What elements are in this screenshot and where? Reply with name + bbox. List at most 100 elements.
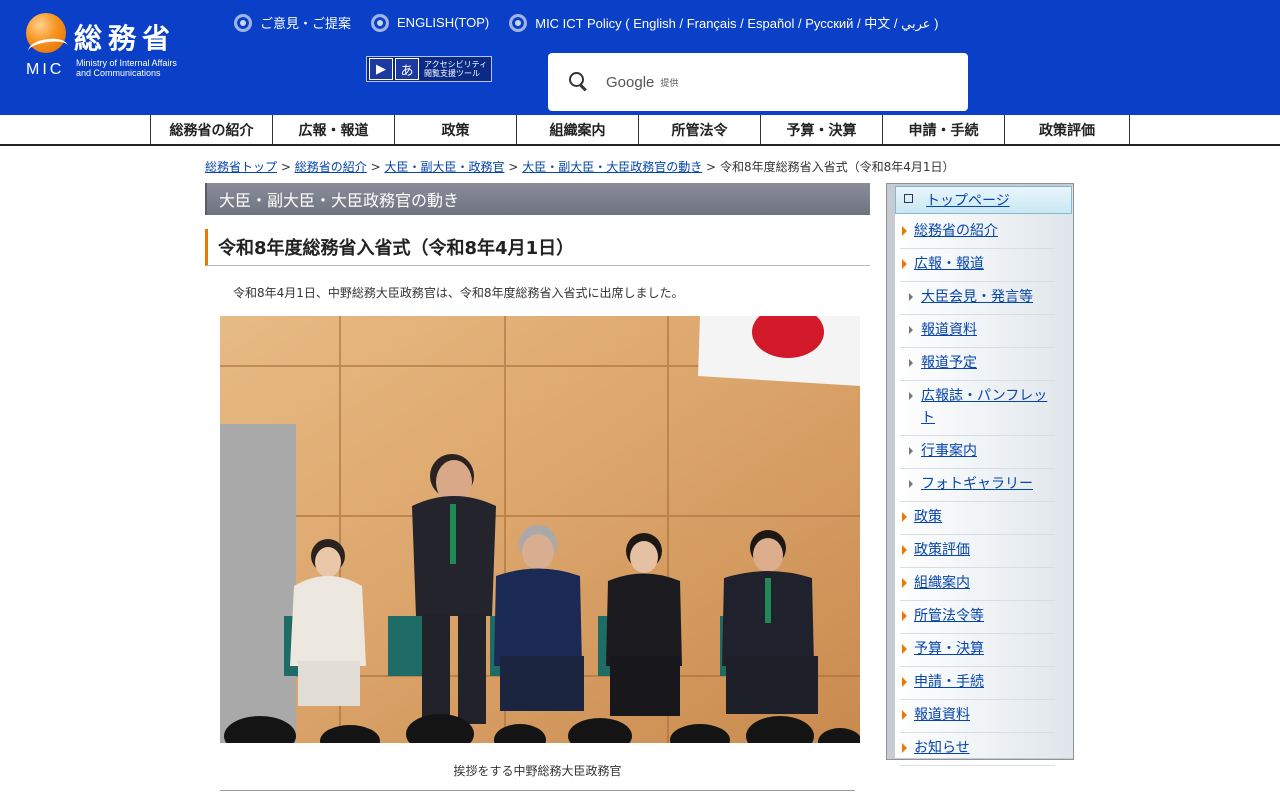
sidebar-item-label[interactable]: 総務省の紹介 [914,223,998,239]
nav-item-applications[interactable]: 申請・手続 [882,115,1004,144]
sidebar-item-label[interactable]: 組織案内 [914,575,970,591]
accessibility-tool-button[interactable]: ▶ あ アクセシビリティ 閲覧支援ツール [366,56,492,82]
content-divider [220,790,855,791]
breadcrumb-link-top[interactable]: 総務省トップ [205,160,277,174]
search-icon[interactable] [568,71,590,93]
nav-item-policy[interactable]: 政策 [394,115,516,144]
sidebar-item-label[interactable]: 広報誌・パンフレット [921,388,1047,426]
sidebar-item-label[interactable]: 所管法令等 [914,608,984,624]
sidebar-item-photo-gallery[interactable]: フォトギャラリー [900,469,1055,502]
sidebar-item-label[interactable]: 予算・決算 [914,641,984,657]
square-bullet-icon [904,193,913,203]
sidebar-item-label[interactable]: 政策評価 [914,542,970,558]
sidebar-item-label[interactable]: お知らせ [914,740,970,756]
logo-acronym: MIC [26,61,65,78]
breadcrumb-separator: > [280,160,291,174]
breadcrumb-link-about[interactable]: 総務省の紹介 [295,160,367,174]
arrow-right-icon [902,545,907,555]
arrow-right-icon [902,226,907,236]
accessibility-tool-label: アクセシビリティ 閲覧支援ツール [421,60,487,78]
nav-item-budget[interactable]: 予算・決算 [760,115,882,144]
speaker-icon: ▶ [369,58,393,80]
radio-bullet-icon [371,13,390,32]
breadcrumb-link-activities[interactable]: 大臣・副大臣・大臣政務官の動き [522,160,702,174]
logo-english-line-1: Ministry of Internal Affairs [76,58,177,68]
arrow-right-icon [909,359,913,367]
sidebar-item-events[interactable]: 行事案内 [900,436,1055,469]
arrow-right-icon [902,512,907,522]
sidebar-item-press-releases[interactable]: 報道資料 [900,315,1055,348]
sidebar-item-label[interactable]: 広報・報道 [914,256,984,272]
sidebar-item-label[interactable]: 行事案内 [921,443,977,459]
hiragana-icon: あ [395,58,419,80]
nav-item-evaluation[interactable]: 政策評価 [1004,115,1130,144]
search-powered-by: 提供 [660,78,679,89]
mic-logo[interactable]: 総務省 MIC Ministry of Internal Affairs and… [26,13,216,83]
sidebar-top-page[interactable]: トップページ [895,186,1072,214]
sidebar-item-press-schedule[interactable]: 報道予定 [900,348,1055,381]
sidebar-item-label[interactable]: 申請・手続 [914,674,984,690]
sidebar-item-label[interactable]: 報道資料 [921,322,977,338]
breadcrumb-separator: > [370,160,381,174]
sidebar-item-notices[interactable]: お知らせ [900,733,1055,766]
arrow-right-icon [902,743,907,753]
article-lead: 令和8年4月1日、中野総務大臣政務官は、令和8年度総務省入省式に出席しました。 [233,286,684,300]
site-search-box[interactable]: Google 提供 [548,53,968,111]
top-link-opinion[interactable]: ご意見・ご提案 [234,13,351,32]
sidebar-item-label[interactable]: フォトギャラリー [921,476,1033,492]
sidebar-item-about[interactable]: 総務省の紹介 [900,216,1055,249]
sidebar-item-laws[interactable]: 所管法令等 [900,601,1055,634]
top-link-ict-policy[interactable]: MIC ICT Policy ( English / Français / Es… [509,13,938,32]
arrow-right-icon [909,480,913,488]
accessibility-label-line-2: 閲覧支援ツール [424,69,480,78]
sidebar-item-pamphlets[interactable]: 広報誌・パンフレット [900,381,1055,436]
sidebar-item-label[interactable]: 政策 [914,509,942,525]
sidebar-menu: 総務省の紹介 広報・報道 大臣会見・発言等 報道資料 報道予定 広報誌・パンフレ… [900,216,1055,766]
sidebar-item-evaluation[interactable]: 政策評価 [900,535,1055,568]
sidebar-item-press[interactable]: 広報・報道 [900,249,1055,282]
global-nav: 総務省の紹介 広報・報道 政策 組織案内 所管法令 予算・決算 申請・手続 政策… [0,115,1280,146]
nav-item-about[interactable]: 総務省の紹介 [150,115,272,144]
nav-item-organization[interactable]: 組織案内 [516,115,638,144]
radio-bullet-icon [509,13,528,32]
sidebar-item-label[interactable]: 大臣会見・発言等 [921,289,1033,305]
sidebar-item-minister-remarks[interactable]: 大臣会見・発言等 [900,282,1055,315]
logo-english-name: Ministry of Internal Affairs and Communi… [76,58,177,78]
arrow-right-icon [902,677,907,687]
nav-item-laws[interactable]: 所管法令 [638,115,760,144]
sidebar-item-label[interactable]: 報道予定 [921,355,977,371]
top-link-label: ENGLISH(TOP) [397,15,490,30]
arrow-right-icon [909,392,913,400]
breadcrumb-separator: > [706,160,717,174]
sidebar-item-policy[interactable]: 政策 [900,502,1055,535]
sidebar-item-label[interactable]: 報道資料 [914,707,970,723]
top-link-english[interactable]: ENGLISH(TOP) [371,13,489,32]
sidebar-item-press-materials[interactable]: 報道資料 [900,700,1055,733]
section-heading: 大臣・副大臣・大臣政務官の動き [205,183,870,215]
arrow-right-icon [902,259,907,269]
logo-emblem-icon [26,13,66,53]
sidebar-top-page-link[interactable]: トップページ [926,190,1010,210]
arrow-right-icon [909,447,913,455]
event-photo [220,316,860,743]
breadcrumb-link-ministers[interactable]: 大臣・副大臣・政務官 [384,160,504,174]
accessibility-label-line-1: アクセシビリティ [424,60,488,69]
top-link-label: ご意見・ご提案 [260,16,352,31]
logo-english-line-2: and Communications [76,68,161,78]
top-link-label: MIC ICT Policy ( English / Français / Es… [535,16,939,31]
event-photo-illustration [220,316,860,743]
site-header: 総務省 MIC Ministry of Internal Affairs and… [0,0,1280,115]
header-top-links: ご意見・ご提案 ENGLISH(TOP) MIC ICT Policy ( En… [234,13,938,32]
sidebar-item-budget[interactable]: 予算・決算 [900,634,1055,667]
arrow-right-icon [902,578,907,588]
breadcrumb: 総務省トップ > 総務省の紹介 > 大臣・副大臣・政務官 > 大臣・副大臣・大臣… [205,158,954,175]
arrow-right-icon [902,710,907,720]
sidebar-item-applications[interactable]: 申請・手続 [900,667,1055,700]
sidebar-item-organization[interactable]: 組織案内 [900,568,1055,601]
search-brand: Google [606,73,655,91]
logo-japanese-name: 総務省 [74,22,177,55]
page-title: 令和8年度総務省入省式（令和8年4月1日） [205,229,870,266]
nav-item-press[interactable]: 広報・報道 [272,115,394,144]
arrow-right-icon [902,611,907,621]
breadcrumb-current: 令和8年度総務省入省式（令和8年4月1日） [719,160,955,174]
